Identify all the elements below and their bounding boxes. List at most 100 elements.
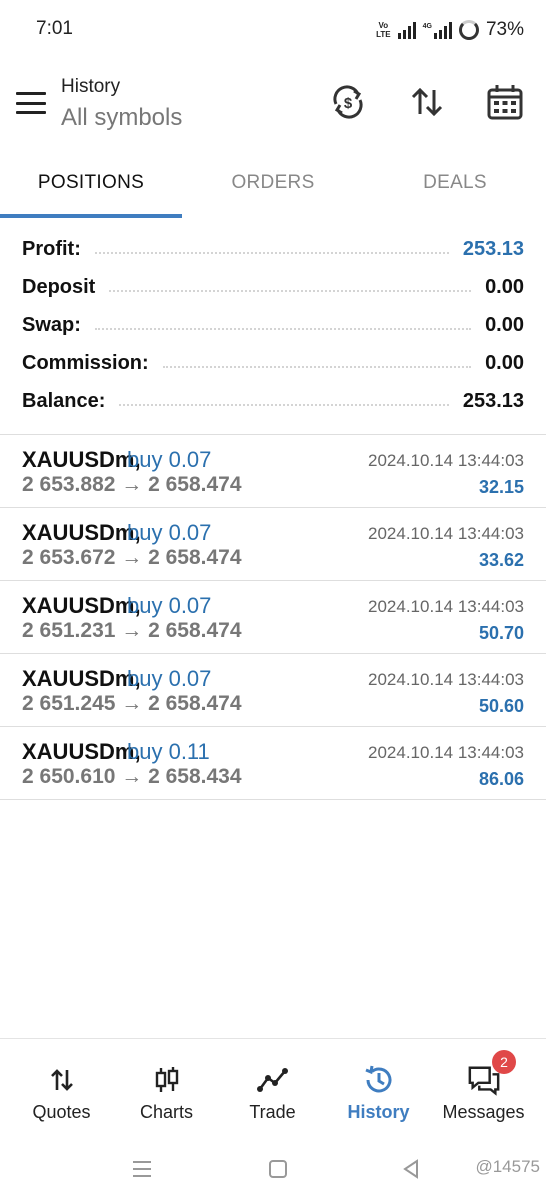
history-tabs: POSITIONS ORDERS DEALS xyxy=(0,160,546,218)
summary-row-commission: Commission: 0.00 xyxy=(0,344,546,382)
deal-time: 2024.10.14 13:44:03 xyxy=(368,524,524,543)
deal-prices: 2 653.882 → 2 658.474 xyxy=(22,473,242,496)
candlestick-icon xyxy=(150,1063,184,1097)
commission-value: 0.00 xyxy=(485,351,524,374)
nav-trade[interactable]: Trade xyxy=(218,1039,327,1135)
quotes-icon xyxy=(45,1063,79,1097)
svg-text:$: $ xyxy=(344,95,353,112)
tab-positions[interactable]: POSITIONS xyxy=(0,172,182,194)
nav-label: Charts xyxy=(139,1102,193,1122)
deal-time: 2024.10.14 13:44:03 xyxy=(368,597,524,616)
dotted-leader xyxy=(119,404,449,406)
deal-profit: 32.15 xyxy=(478,477,524,497)
bottom-navigation: Quotes Charts Trade History 2 Messages xyxy=(0,1038,546,1134)
deal-side: buy 0.07 xyxy=(127,520,212,545)
list-item[interactable]: XAUUSDm, buy 0.07 2 653.882 → 2 658.474 … xyxy=(0,435,546,508)
list-item[interactable]: XAUUSDm, buy 0.07 2 651.245 → 2 658.474 … xyxy=(0,654,546,727)
profit-value: 253.13 xyxy=(462,237,524,260)
swap-value: 0.00 xyxy=(485,313,524,336)
tab-deals[interactable]: DEALS xyxy=(364,172,546,194)
commission-label: Commission: xyxy=(22,351,149,374)
nav-label: Messages xyxy=(442,1102,525,1122)
deposit-label: Deposit xyxy=(22,275,96,298)
deal-side: buy 0.07 xyxy=(127,666,212,691)
volte-label-top: Vo xyxy=(378,21,389,30)
deal-symbol: XAUUSDm, xyxy=(22,447,141,472)
positions-list: XAUUSDm, buy 0.07 2 653.882 → 2 658.474 … xyxy=(0,434,546,800)
back-icon xyxy=(403,1159,418,1179)
calendar-icon xyxy=(487,85,523,120)
deal-profit: 50.60 xyxy=(478,696,524,716)
deal-side: buy 0.07 xyxy=(127,593,212,618)
calendar-button[interactable] xyxy=(483,80,527,124)
signal-icon xyxy=(397,21,416,39)
nav-charts[interactable]: Charts xyxy=(112,1039,221,1135)
nav-label: History xyxy=(347,1102,410,1122)
home-button[interactable] xyxy=(263,1154,293,1184)
battery-percent: 73% xyxy=(485,19,524,40)
deal-side: buy 0.11 xyxy=(127,739,210,764)
volte-label-bottom: LTE xyxy=(376,30,391,39)
volte-indicator: Vo LTE xyxy=(376,21,391,39)
tab-orders[interactable]: ORDERS xyxy=(182,172,364,194)
summary-row-profit: Profit: 253.13 xyxy=(0,230,546,268)
status-bar: 7:01 Vo LTE 4G 73% xyxy=(0,0,546,60)
deal-time: 2024.10.14 13:44:03 xyxy=(368,670,524,689)
list-item[interactable]: XAUUSDm, buy 0.11 2 650.610 → 2 658.434 … xyxy=(0,727,546,800)
home-icon xyxy=(269,1160,287,1178)
balance-label: Balance: xyxy=(22,389,106,412)
network-4g-indicator: 4G xyxy=(422,21,452,39)
summary-row-deposit: Deposit 0.00 xyxy=(0,268,546,306)
sort-button[interactable] xyxy=(405,80,449,124)
deal-time: 2024.10.14 13:44:03 xyxy=(368,743,524,762)
dotted-leader xyxy=(162,366,472,368)
messages-badge: 2 xyxy=(492,1050,516,1074)
watermark-text: @14575 xyxy=(475,1157,540,1176)
list-item[interactable]: XAUUSDm, buy 0.07 2 653.672 → 2 658.474 … xyxy=(0,508,546,581)
nav-label: Trade xyxy=(249,1102,296,1122)
battery-icon xyxy=(458,20,479,40)
list-item[interactable]: XAUUSDm, buy 0.07 2 651.231 → 2 658.474 … xyxy=(0,581,546,654)
recent-apps-button[interactable] xyxy=(127,1154,157,1184)
status-time: 7:01 xyxy=(36,18,73,39)
deal-profit: 33.62 xyxy=(478,550,524,570)
dotted-leader xyxy=(94,252,449,254)
network-label: 4G xyxy=(422,22,432,30)
deal-profit: 86.06 xyxy=(478,769,524,789)
currency-sync-icon: $ xyxy=(333,85,363,119)
deposit-value: 0.00 xyxy=(485,275,524,298)
deal-side: buy 0.07 xyxy=(127,447,212,472)
deal-prices: 2 651.245 → 2 658.474 xyxy=(22,692,242,715)
nav-history[interactable]: History xyxy=(324,1039,433,1135)
deal-symbol: XAUUSDm, xyxy=(22,593,141,618)
deal-symbol: XAUUSDm, xyxy=(22,739,141,764)
deal-profit: 50.70 xyxy=(478,623,524,643)
system-navigation: @14575 xyxy=(0,1140,546,1200)
deal-symbol: XAUUSDm, xyxy=(22,520,141,545)
profit-label: Profit: xyxy=(22,237,81,260)
status-indicators: Vo LTE 4G 73% xyxy=(376,17,524,43)
deal-prices: 2 650.610 → 2 658.434 xyxy=(22,765,242,788)
summary-row-balance: Balance: 253.13 xyxy=(0,382,546,420)
deal-prices: 2 651.231 → 2 658.474 xyxy=(22,619,242,642)
back-button[interactable] xyxy=(396,1154,426,1184)
deal-symbol: XAUUSDm, xyxy=(22,666,141,691)
active-tab-indicator xyxy=(0,214,182,218)
sort-icon xyxy=(411,87,443,117)
deal-prices: 2 653.672 → 2 658.474 xyxy=(22,546,242,569)
app-header: History All symbols $ xyxy=(0,66,546,142)
menu-icon[interactable] xyxy=(16,92,46,114)
summary-row-swap: Swap: 0.00 xyxy=(0,306,546,344)
balance-value: 253.13 xyxy=(462,389,524,412)
recent-apps-icon xyxy=(133,1161,151,1177)
symbol-filter[interactable]: All symbols xyxy=(61,104,182,132)
dotted-leader xyxy=(94,328,472,330)
trade-line-icon xyxy=(256,1063,290,1097)
page-title: History xyxy=(61,76,121,97)
nav-messages[interactable]: 2 Messages xyxy=(429,1039,538,1135)
currency-sync-button[interactable]: $ xyxy=(326,80,370,124)
nav-quotes[interactable]: Quotes xyxy=(7,1039,116,1135)
history-icon xyxy=(362,1063,396,1097)
dotted-leader xyxy=(109,290,472,292)
history-summary: Profit: 253.13 Deposit 0.00 Swap: 0.00 C… xyxy=(0,230,546,420)
